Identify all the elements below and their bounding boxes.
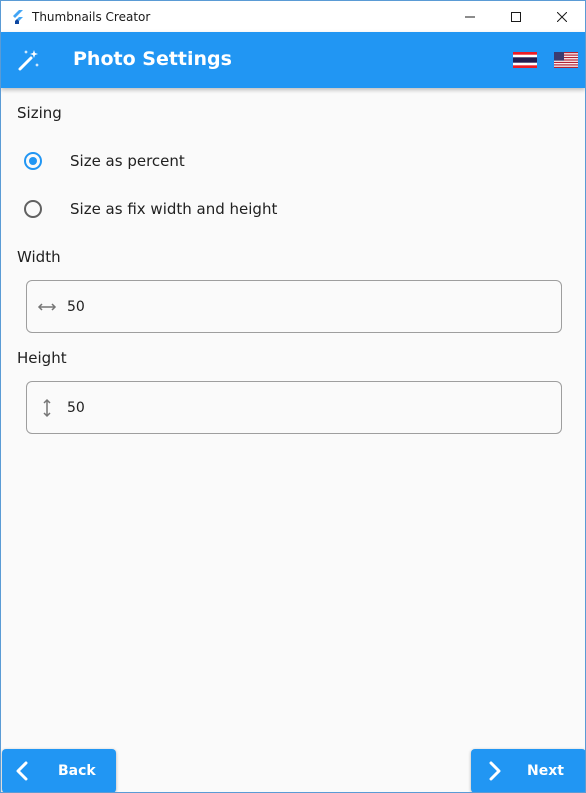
radio-button-unselected[interactable] <box>24 200 42 218</box>
height-input[interactable] <box>67 392 527 423</box>
chevron-right-icon <box>487 761 503 781</box>
height-field[interactable] <box>26 381 562 434</box>
radio-size-percent[interactable]: Size as percent <box>17 141 185 181</box>
radio-button-selected[interactable] <box>24 152 42 170</box>
width-input[interactable] <box>67 291 527 322</box>
magic-wand-icon <box>17 48 41 72</box>
close-button[interactable] <box>539 1 585 32</box>
page-title: Photo Settings <box>73 48 232 70</box>
horizontal-arrows-icon <box>37 297 57 317</box>
width-label: Width <box>17 248 61 266</box>
height-label: Height <box>17 349 67 367</box>
next-button[interactable]: Next <box>471 749 585 792</box>
window-controls <box>447 1 585 32</box>
thai-flag-icon[interactable] <box>513 52 537 68</box>
sizing-label: Sizing <box>17 104 62 122</box>
window-title: Thumbnails Creator <box>32 9 151 24</box>
us-flag-icon[interactable] <box>554 52 578 68</box>
maximize-button[interactable] <box>493 1 539 32</box>
minimize-button[interactable] <box>447 1 493 32</box>
vertical-arrows-icon <box>37 398 57 418</box>
app-window: Thumbnails Creator Photo Settings Sizing… <box>0 0 586 793</box>
radio-label-percent: Size as percent <box>70 152 185 170</box>
radio-size-fixed[interactable]: Size as fix width and height <box>17 189 277 229</box>
chevron-left-icon <box>14 761 30 781</box>
radio-label-fixed: Size as fix width and height <box>70 200 278 218</box>
back-button-label: Back <box>58 763 96 779</box>
next-button-label: Next <box>527 763 564 779</box>
flutter-logo-icon <box>10 9 26 25</box>
app-bar: Photo Settings <box>1 32 585 88</box>
width-field[interactable] <box>26 280 562 333</box>
back-button[interactable]: Back <box>2 749 116 792</box>
window-titlebar: Thumbnails Creator <box>1 1 585 32</box>
